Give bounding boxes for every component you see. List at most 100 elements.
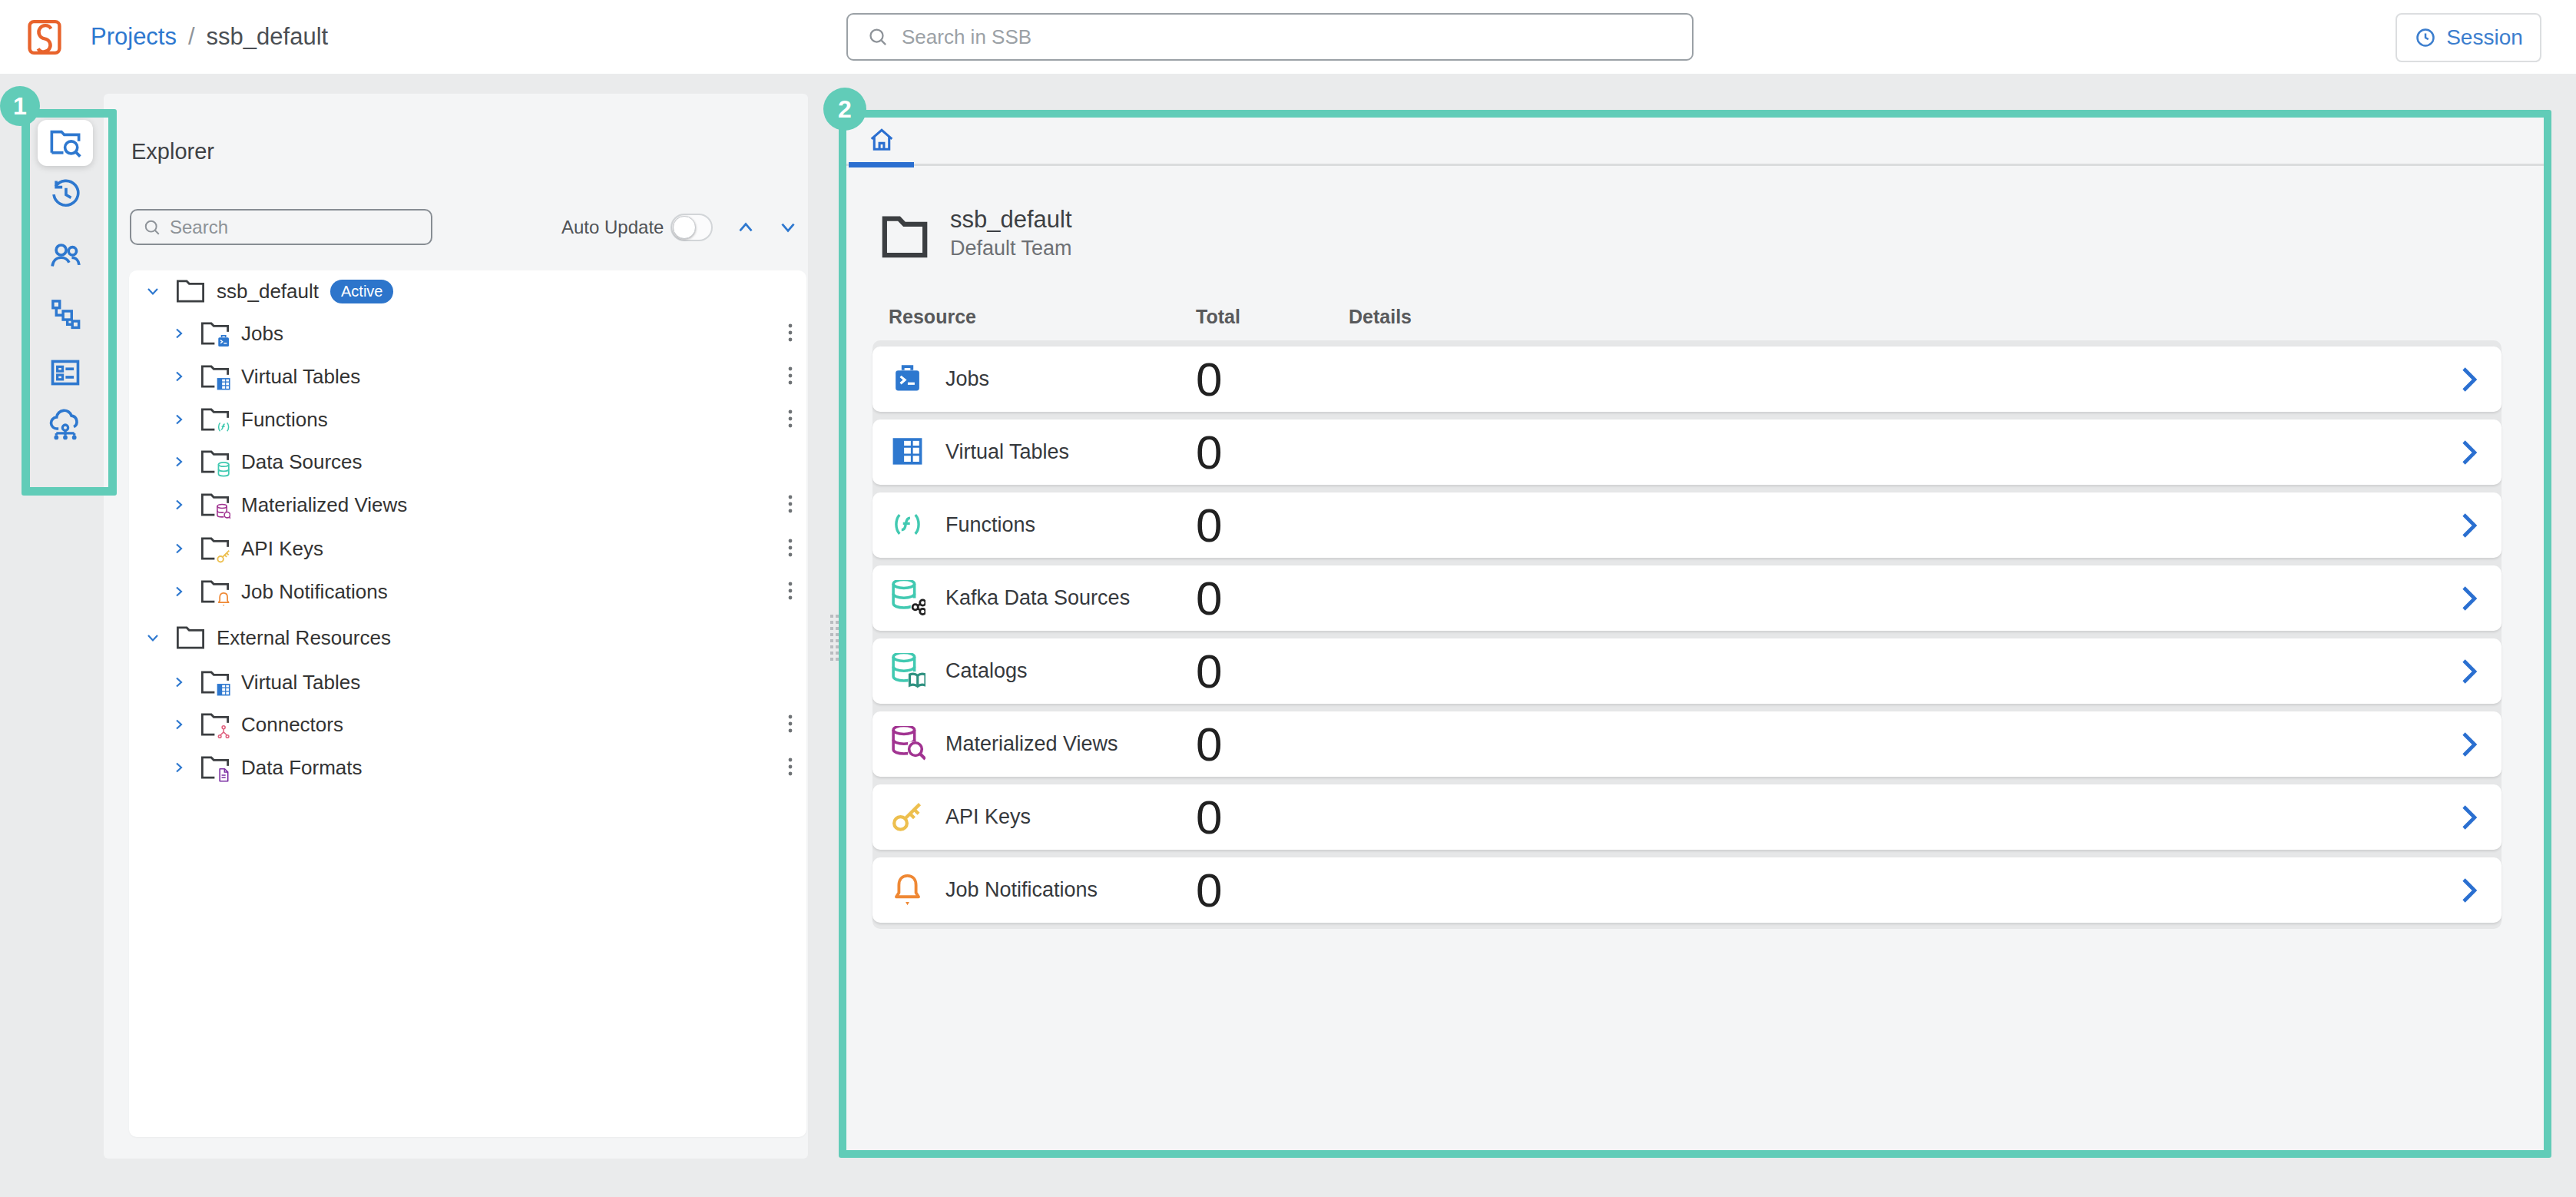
session-label: Session <box>2446 25 2523 50</box>
chevron-right-icon[interactable] <box>172 367 187 386</box>
global-search-input[interactable] <box>902 25 1692 49</box>
tree-item-jobs[interactable]: Jobs <box>129 320 806 347</box>
breadcrumb-projects-link[interactable]: Projects <box>91 23 177 51</box>
explorer-search[interactable] <box>130 209 432 245</box>
kebab-menu-icon[interactable] <box>786 713 794 736</box>
resource-total: 0 <box>1196 638 1222 704</box>
resource-row-job-notifications[interactable]: Job Notifications0 <box>872 857 2502 923</box>
tree-item-external-resources[interactable]: External Resources <box>129 624 806 652</box>
chevron-right-icon[interactable] <box>172 673 187 691</box>
tree-item-label: Connectors <box>241 713 343 737</box>
global-search[interactable] <box>846 13 1694 61</box>
expand-down-icon[interactable] <box>777 217 799 238</box>
tree-item-data-sources[interactable]: Data Sources <box>129 448 806 476</box>
chevron-right-icon[interactable] <box>2460 512 2478 539</box>
folder-icon <box>200 446 230 477</box>
tree-item-job-notifications[interactable]: Job Notifications <box>129 578 806 605</box>
kebab-menu-icon[interactable] <box>786 756 794 779</box>
collapse-up-icon[interactable] <box>735 217 757 238</box>
kebab-menu-icon[interactable] <box>786 537 794 560</box>
tree-item-label: Data Sources <box>241 450 363 474</box>
annotation-badge-1: 1 <box>0 86 40 126</box>
chevron-right-icon[interactable] <box>2460 731 2478 758</box>
chevron-right-icon[interactable] <box>172 410 187 429</box>
folder-icon <box>200 361 230 392</box>
auto-update-label: Auto Update <box>561 217 664 238</box>
side-nav-item-history[interactable] <box>48 176 83 211</box>
kafka-icon <box>889 580 925 616</box>
side-nav-item-explorer[interactable] <box>48 124 83 160</box>
session-button[interactable]: Session <box>2396 13 2541 62</box>
search-icon <box>866 25 889 48</box>
breadcrumb-current: ssb_default <box>207 23 329 51</box>
tree-item-label: ssb_default <box>217 280 319 303</box>
tree-item-data-formats[interactable]: Data Formats <box>129 754 806 781</box>
chevron-down-icon[interactable] <box>144 628 162 647</box>
cloud-network-icon <box>48 407 83 443</box>
side-nav-item-cloud[interactable] <box>48 407 83 443</box>
tree-item-virtual-tables[interactable]: Virtual Tables <box>129 363 806 390</box>
kebab-menu-icon[interactable] <box>786 322 794 345</box>
search-icon <box>142 217 162 237</box>
board-icon <box>48 355 83 390</box>
resource-label: API Keys <box>945 805 1031 829</box>
resource-row-jobs[interactable]: Jobs0 <box>872 346 2502 412</box>
key-icon <box>889 799 925 835</box>
resource-row-virtual-tables[interactable]: Virtual Tables0 <box>872 419 2502 485</box>
folder-icon <box>200 667 230 698</box>
tree-item-functions[interactable]: Functions <box>129 406 806 433</box>
resource-label: Job Notifications <box>945 878 1098 902</box>
users-icon <box>48 237 83 273</box>
chevron-right-icon[interactable] <box>172 453 187 471</box>
kebab-menu-icon[interactable] <box>786 408 794 431</box>
tree-item-label: Virtual Tables <box>241 365 360 389</box>
side-nav-item-pipelines[interactable] <box>48 296 83 331</box>
history-icon <box>48 176 83 211</box>
side-nav-item-forms[interactable] <box>48 355 83 390</box>
chevron-right-icon[interactable] <box>2460 585 2478 612</box>
tree-item-ssb_default[interactable]: ssb_defaultActive <box>129 277 806 305</box>
chevron-right-icon[interactable] <box>172 324 187 343</box>
chevron-down-icon[interactable] <box>144 282 162 300</box>
tree-item-label: External Resources <box>217 626 391 650</box>
resource-row-functions[interactable]: Functions0 <box>872 492 2502 558</box>
chevron-right-icon[interactable] <box>172 758 187 777</box>
chevron-right-icon[interactable] <box>172 539 187 558</box>
auto-update-toggle[interactable] <box>670 214 713 241</box>
catalog-icon <box>889 653 925 689</box>
resource-row-materialized-views[interactable]: Materialized Views0 <box>872 711 2502 777</box>
project-team: Default Team <box>950 237 1072 260</box>
chevron-right-icon[interactable] <box>2460 804 2478 831</box>
active-tab-underline <box>849 162 914 167</box>
resource-row-kafka-data-sources[interactable]: Kafka Data Sources0 <box>872 565 2502 631</box>
tree-item-label: Data Formats <box>241 756 363 780</box>
project-title: ssb_default <box>950 206 1072 234</box>
tree-item-materialized-views[interactable]: Materialized Views <box>129 491 806 519</box>
resource-label: Jobs <box>945 367 989 391</box>
chevron-right-icon[interactable] <box>172 715 187 734</box>
resource-total: 0 <box>1196 565 1222 631</box>
panel-splitter-handle[interactable] <box>830 615 839 661</box>
explorer-search-input[interactable] <box>170 217 431 238</box>
tree-item-virtual-tables[interactable]: Virtual Tables <box>129 668 806 696</box>
resource-row-catalogs[interactable]: Catalogs0 <box>872 638 2502 704</box>
chevron-right-icon[interactable] <box>2460 439 2478 466</box>
chevron-right-icon[interactable] <box>2460 877 2478 904</box>
kebab-menu-icon[interactable] <box>786 365 794 388</box>
kebab-menu-icon[interactable] <box>786 580 794 603</box>
chevron-right-icon[interactable] <box>172 496 187 514</box>
chevron-right-icon[interactable] <box>172 582 187 601</box>
kebab-menu-icon[interactable] <box>786 493 794 516</box>
tree-item-api-keys[interactable]: API Keys <box>129 535 806 562</box>
chevron-right-icon[interactable] <box>2460 366 2478 393</box>
resource-row-api-keys[interactable]: API Keys0 <box>872 784 2502 850</box>
side-nav-item-teams[interactable] <box>48 237 83 273</box>
folder-icon <box>200 576 230 607</box>
tree-item-connectors[interactable]: Connectors <box>129 711 806 738</box>
col-header-details: Details <box>1349 306 1412 328</box>
tree-item-label: Virtual Tables <box>241 671 360 695</box>
folder-icon <box>200 709 230 740</box>
app-logo-icon[interactable] <box>28 19 61 55</box>
explorer-panel: Explorer Auto Update ssb_defaultActiveJo… <box>104 94 808 1159</box>
chevron-right-icon[interactable] <box>2460 658 2478 685</box>
